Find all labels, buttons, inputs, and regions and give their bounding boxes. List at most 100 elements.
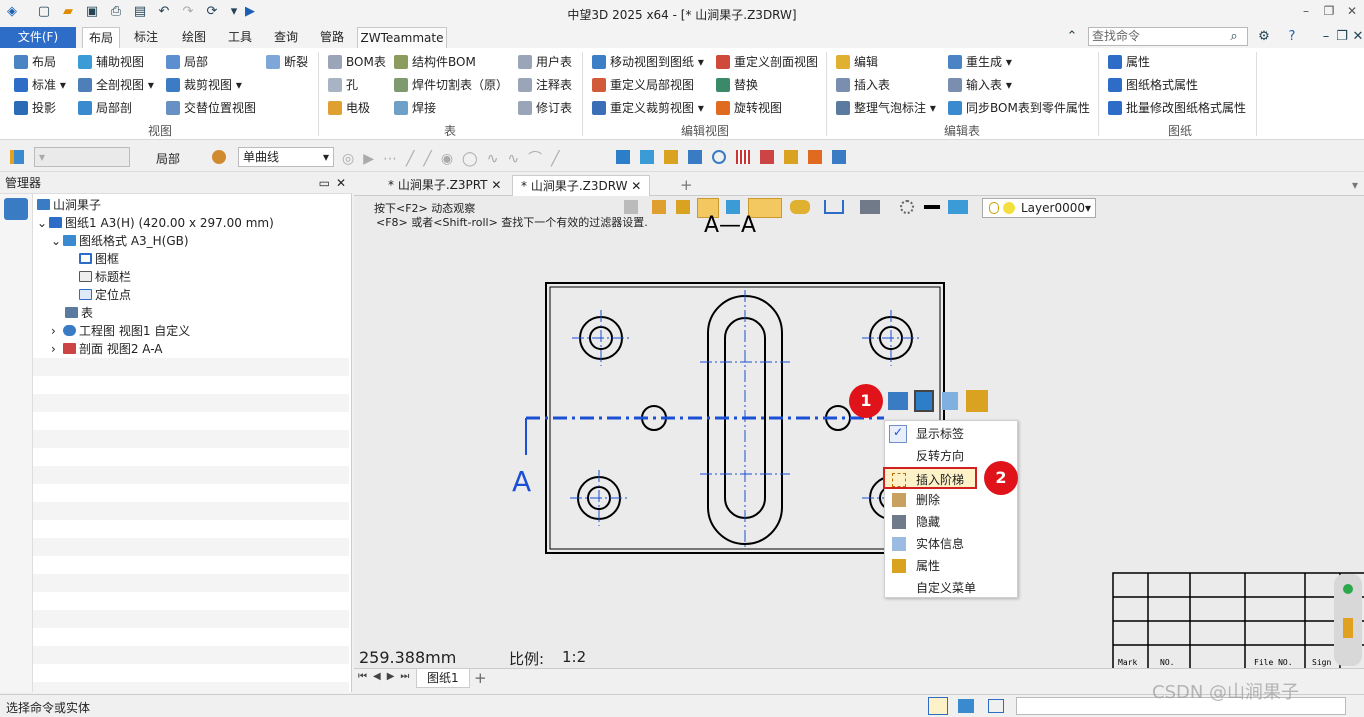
doc-close-icon[interactable]: ✕ xyxy=(1350,29,1364,45)
detail-view-button[interactable]: 局部 xyxy=(164,52,208,72)
tool-g-icon[interactable] xyxy=(760,150,774,164)
projection-button[interactable]: 投影 xyxy=(12,98,56,118)
tool-e-icon[interactable] xyxy=(712,150,726,164)
tab-query[interactable]: 查询 xyxy=(266,27,306,48)
redefine-section-button[interactable]: 重定义剖面视图 xyxy=(714,52,818,72)
collapse-ribbon-icon[interactable]: ⌃ xyxy=(1064,29,1080,45)
chevron-right-icon[interactable]: › xyxy=(51,340,63,358)
mini-section-icon[interactable] xyxy=(888,392,908,410)
restore-icon[interactable]: ❐ xyxy=(1320,4,1338,20)
cut-list-button[interactable]: 焊件切割表（原） xyxy=(392,75,508,95)
tab-piping[interactable]: 管路 xyxy=(312,27,352,48)
panel-close-icon[interactable]: ✕ xyxy=(336,174,346,192)
layer-tool-icon[interactable] xyxy=(212,150,226,164)
break-view-button[interactable]: 断裂 xyxy=(264,52,308,72)
settings-icon[interactable]: ⚙ xyxy=(1256,29,1272,45)
import-table-button[interactable]: 输入表 ▾ xyxy=(946,75,1012,95)
move-view-button[interactable]: 移动视图到图纸 ▾ xyxy=(590,52,704,72)
tree-item-format[interactable]: ⌄ 图纸格式 A3_H(GB) xyxy=(33,232,349,250)
arrange-balloons-button[interactable]: 整理气泡标注 ▾ xyxy=(834,98,936,118)
doc-minimize-icon[interactable]: – xyxy=(1318,29,1334,45)
chevron-down-icon[interactable]: ⌄ xyxy=(51,232,63,250)
doc-restore-icon[interactable]: ❐ xyxy=(1334,29,1350,45)
tab-file[interactable]: 文件(F) xyxy=(0,27,76,48)
local-section-button[interactable]: 局部剖 xyxy=(76,98,132,118)
close-icon[interactable]: ✕ xyxy=(631,179,641,193)
insert-table-button[interactable]: 插入表 xyxy=(834,75,890,95)
note-table-button[interactable]: 注释表 xyxy=(516,75,572,95)
menu-item-custom[interactable]: 自定义菜单 xyxy=(885,577,1017,599)
search-icon[interactable]: ⌕ xyxy=(1226,29,1242,45)
status-snap-icon[interactable] xyxy=(928,697,948,715)
mini-props-icon[interactable] xyxy=(966,390,988,412)
properties-button[interactable]: 属性 xyxy=(1106,52,1150,72)
status-list-icon[interactable] xyxy=(988,699,1004,713)
doc-tab-part[interactable]: * 山涧果子.Z3PRT ✕ xyxy=(380,175,509,196)
edit-button[interactable]: 编辑 xyxy=(834,52,878,72)
filter-combo[interactable]: ▾ xyxy=(34,147,130,167)
alternate-view-button[interactable]: 交替位置视图 xyxy=(164,98,256,118)
tree-item-root[interactable]: 山涧果子 xyxy=(33,196,349,214)
sync-bom-button[interactable]: 同步BOM表到零件属性 xyxy=(946,98,1090,118)
menu-item-entity-info[interactable]: 实体信息 xyxy=(885,533,1017,555)
filter-icon[interactable] xyxy=(10,150,24,164)
regenerate-button[interactable]: 重生成 ▾ xyxy=(946,52,1012,72)
menu-item-insert-step[interactable]: 插入阶梯 xyxy=(883,467,977,489)
revision-table-button[interactable]: 修订表 xyxy=(516,98,572,118)
tool-c-icon[interactable] xyxy=(664,150,678,164)
weldment-bom-button[interactable]: 结构件BOM xyxy=(392,52,476,72)
hole-table-button[interactable]: 孔 xyxy=(326,75,358,95)
tab-tools[interactable]: 工具 xyxy=(220,27,260,48)
redefine-detail-button[interactable]: 重定义局部视图 xyxy=(590,75,694,95)
add-sheet-icon[interactable]: + xyxy=(474,669,487,687)
full-section-button[interactable]: 全剖视图 ▾ xyxy=(76,75,154,95)
redefine-crop-button[interactable]: 重定义裁剪视图 ▾ xyxy=(590,98,704,118)
tool-h-icon[interactable] xyxy=(784,150,798,164)
sheet-tab-1[interactable]: 图纸1 xyxy=(416,669,470,688)
tree-item-view2[interactable]: › 剖面 视图2 A-A xyxy=(33,340,349,358)
panel-pin-icon[interactable]: ▭ xyxy=(319,174,330,192)
drawing-canvas[interactable]: 按下<F2> 动态观察 <F8> 或者<Shift-roll> 查找下一个有效的… xyxy=(354,196,1364,668)
tab-zwteammate[interactable]: ZWTeammate xyxy=(357,27,447,48)
tree-item-table[interactable]: 表 xyxy=(33,304,349,322)
status-screen-icon[interactable] xyxy=(958,699,974,713)
tree-item-anchor[interactable]: 定位点 xyxy=(33,286,349,304)
tool-i-icon[interactable] xyxy=(808,150,822,164)
linetype-select[interactable]: 单曲线 ▾ xyxy=(238,147,334,167)
tab-annotate[interactable]: 标注 xyxy=(126,27,166,48)
close-icon[interactable]: ✕ xyxy=(491,178,501,192)
add-tab-icon[interactable]: + xyxy=(672,175,701,196)
doc-tab-drawing[interactable]: * 山涧果子.Z3DRW ✕ xyxy=(512,175,651,196)
tool-b-icon[interactable] xyxy=(640,150,654,164)
tool-j-icon[interactable] xyxy=(832,150,846,164)
chevron-right-icon[interactable]: › xyxy=(51,322,63,340)
menu-item-properties[interactable]: 属性 xyxy=(885,555,1017,577)
close-icon[interactable]: ✕ xyxy=(1343,4,1361,20)
layout-button[interactable]: 布局 xyxy=(12,52,56,72)
mini-insert-icon[interactable] xyxy=(914,390,934,412)
tool-d-icon[interactable] xyxy=(688,150,702,164)
electrode-table-button[interactable]: 电极 xyxy=(326,98,370,118)
tree-item-view1[interactable]: › 工程图 视图1 自定义 xyxy=(33,322,349,340)
tab-list-icon[interactable]: ▾ xyxy=(1344,175,1364,196)
help-icon[interactable]: ? xyxy=(1284,29,1300,45)
standard-view-button[interactable]: 标准 ▾ xyxy=(12,75,66,95)
crop-view-button[interactable]: 裁剪视图 ▾ xyxy=(164,75,242,95)
sheet-nav-icon[interactable]: ⏮◀▶⏭ xyxy=(358,671,415,682)
menu-item-show-label[interactable]: ✓ 显示标签 xyxy=(885,423,1017,445)
bom-table-button[interactable]: BOM表 xyxy=(326,52,386,72)
tool-a-icon[interactable] xyxy=(616,150,630,164)
sheet-format-props-button[interactable]: 图纸格式属性 xyxy=(1106,75,1198,95)
drawing-manager-icon[interactable] xyxy=(4,198,28,220)
tab-draw[interactable]: 绘图 xyxy=(172,27,216,48)
tool-f-icon[interactable] xyxy=(736,150,750,164)
rotate-view-button[interactable]: 旋转视图 xyxy=(714,98,782,118)
tree-item-titleblock[interactable]: 标题栏 xyxy=(33,268,349,286)
batch-format-button[interactable]: 批量修改图纸格式属性 xyxy=(1106,98,1246,118)
replace-button[interactable]: 替换 xyxy=(714,75,758,95)
chevron-down-icon[interactable]: ⌄ xyxy=(37,214,49,232)
mini-info-icon[interactable] xyxy=(942,392,958,410)
snap-tools-icon[interactable]: ◎▶⋯╱╱◉◯∿∿⌒╱ xyxy=(342,148,569,168)
user-table-button[interactable]: 用户表 xyxy=(516,52,572,72)
menu-item-hide[interactable]: 隐藏 xyxy=(885,511,1017,533)
